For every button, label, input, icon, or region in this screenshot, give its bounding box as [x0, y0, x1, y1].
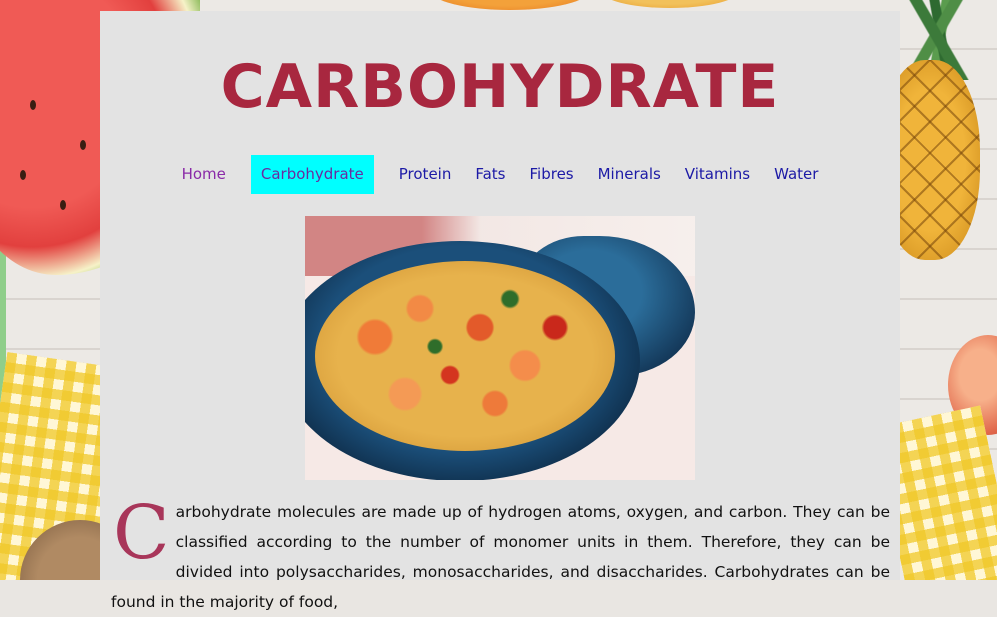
nav-protein[interactable]: Protein	[387, 155, 464, 194]
nav-water[interactable]: Water	[762, 155, 830, 194]
intro-paragraph: C arbohydrate molecules are made up of h…	[111, 490, 890, 617]
paragraph-text: arbohydrate molecules are made up of hyd…	[111, 503, 890, 611]
nav-fibres[interactable]: Fibres	[518, 155, 586, 194]
rice-and-shrimp	[315, 261, 615, 451]
nav-carbohydrate[interactable]: Carbohydrate	[250, 155, 374, 194]
nav-vitamins[interactable]: Vitamins	[673, 155, 762, 194]
nav-home[interactable]: Home	[170, 155, 238, 194]
page-title: CARBOHYDRATE	[220, 52, 780, 122]
drop-cap: C	[113, 490, 170, 576]
citrus-slice	[600, 0, 740, 8]
main-nav: Home Carbohydrate Protein Fats Fibres Mi…	[100, 155, 900, 194]
nav-fats[interactable]: Fats	[463, 155, 517, 194]
content-panel: CARBOHYDRATE Home Carbohydrate Protein F…	[100, 11, 900, 611]
nav-minerals[interactable]: Minerals	[586, 155, 673, 194]
paella-dish-image	[305, 216, 695, 480]
orange-slice	[430, 0, 590, 10]
